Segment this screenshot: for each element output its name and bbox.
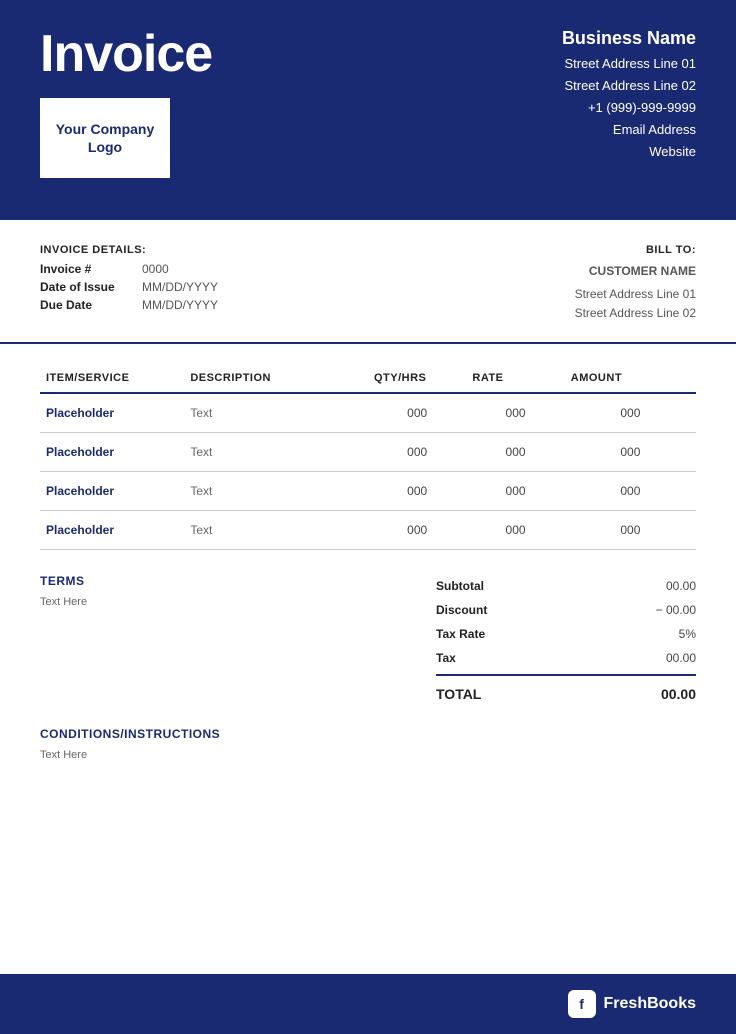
item-desc-3: Text xyxy=(184,510,368,549)
item-rate-1: 000 xyxy=(466,432,564,471)
item-qty-0: 000 xyxy=(368,393,466,433)
footer: f FreshBooks xyxy=(0,974,736,1034)
date-issue-row: Date of Issue MM/DD/YYYY xyxy=(40,280,218,294)
business-address1: Street Address Line 01 xyxy=(562,53,696,75)
customer-name: CUSTOMER NAME xyxy=(575,262,696,281)
business-name: Business Name xyxy=(562,28,696,49)
discount-row: Discount − 00.00 xyxy=(436,598,696,622)
header-left: Invoice Your Company Logo xyxy=(40,28,212,178)
total-row-final: TOTAL 00.00 xyxy=(436,674,696,707)
item-name-3: Placeholder xyxy=(40,510,184,549)
due-date-label: Due Date xyxy=(40,298,130,312)
table-header-row: ITEM/SERVICE DESCRIPTION QTY/HRS RATE AM… xyxy=(40,364,696,393)
logo-box: Your Company Logo xyxy=(40,98,170,178)
due-date-row: Due Date MM/DD/YYYY xyxy=(40,298,218,312)
business-website: Website xyxy=(562,141,696,163)
item-name-1: Placeholder xyxy=(40,432,184,471)
invoice-details: INVOICE DETAILS: Invoice # 0000 Date of … xyxy=(40,244,218,324)
due-date-value: MM/DD/YYYY xyxy=(142,298,218,312)
terms-text: Text Here xyxy=(40,596,436,608)
invoice-header: Invoice Your Company Logo Business Name … xyxy=(0,0,736,220)
invoice-title: Invoice xyxy=(40,28,212,80)
customer-address1: Street Address Line 01 xyxy=(575,285,696,304)
item-amount-0: 000 xyxy=(565,393,696,433)
taxrate-row: Tax Rate 5% xyxy=(436,622,696,646)
discount-value: − 00.00 xyxy=(656,603,696,617)
invoice-number-value: 0000 xyxy=(142,262,169,276)
item-desc-0: Text xyxy=(184,393,368,433)
item-amount-1: 000 xyxy=(565,432,696,471)
col-header-description: DESCRIPTION xyxy=(184,364,368,393)
bill-to-section: BILL TO: CUSTOMER NAME Street Address Li… xyxy=(575,244,696,324)
terms-title: TERMS xyxy=(40,574,436,588)
conditions-text: Text Here xyxy=(40,749,696,761)
discount-label: Discount xyxy=(436,603,487,617)
col-header-qty: QTY/HRS xyxy=(368,364,466,393)
freshbooks-brand: f FreshBooks xyxy=(568,990,696,1018)
item-rate-0: 000 xyxy=(466,393,564,433)
subtotal-label: Subtotal xyxy=(436,579,484,593)
company-logo: Your Company Logo xyxy=(56,120,155,156)
item-qty-2: 000 xyxy=(368,471,466,510)
terms-section: TERMS Text Here xyxy=(40,574,436,608)
business-info: Business Name Street Address Line 01 Str… xyxy=(562,28,696,163)
freshbooks-icon: f xyxy=(568,990,596,1018)
invoice-details-label: INVOICE DETAILS: xyxy=(40,244,218,256)
col-header-amount: AMOUNT xyxy=(565,364,696,393)
subtotal-row: Subtotal 00.00 xyxy=(436,574,696,598)
bottom-section: TERMS Text Here Subtotal 00.00 Discount … xyxy=(0,550,736,727)
item-amount-3: 000 xyxy=(565,510,696,549)
conditions-section: CONDITIONS/INSTRUCTIONS Text Here xyxy=(0,727,736,781)
freshbooks-name: FreshBooks xyxy=(604,995,696,1013)
taxrate-label: Tax Rate xyxy=(436,627,485,641)
item-name-0: Placeholder xyxy=(40,393,184,433)
subtotal-value: 00.00 xyxy=(666,579,696,593)
table-row: Placeholder Text 000 000 000 xyxy=(40,471,696,510)
conditions-title: CONDITIONS/INSTRUCTIONS xyxy=(40,727,696,741)
item-rate-3: 000 xyxy=(466,510,564,549)
business-email: Email Address xyxy=(562,119,696,141)
item-qty-3: 000 xyxy=(368,510,466,549)
table-row: Placeholder Text 000 000 000 xyxy=(40,393,696,433)
tax-value: 00.00 xyxy=(666,651,696,665)
tax-row: Tax 00.00 xyxy=(436,646,696,670)
item-name-2: Placeholder xyxy=(40,471,184,510)
date-issue-label: Date of Issue xyxy=(40,280,130,294)
item-rate-2: 000 xyxy=(466,471,564,510)
col-header-rate: RATE xyxy=(466,364,564,393)
items-table: ITEM/SERVICE DESCRIPTION QTY/HRS RATE AM… xyxy=(40,364,696,550)
invoice-number-row: Invoice # 0000 xyxy=(40,262,218,276)
total-label: TOTAL xyxy=(436,686,481,702)
total-value: 00.00 xyxy=(661,686,696,702)
table-row: Placeholder Text 000 000 000 xyxy=(40,432,696,471)
col-header-item: ITEM/SERVICE xyxy=(40,364,184,393)
item-amount-2: 000 xyxy=(565,471,696,510)
business-address2: Street Address Line 02 xyxy=(562,75,696,97)
bill-to-label: BILL TO: xyxy=(575,244,696,256)
item-desc-2: Text xyxy=(184,471,368,510)
invoice-number-label: Invoice # xyxy=(40,262,130,276)
taxrate-value: 5% xyxy=(679,627,696,641)
business-phone: +1 (999)-999-9999 xyxy=(562,97,696,119)
item-qty-1: 000 xyxy=(368,432,466,471)
customer-address2: Street Address Line 02 xyxy=(575,304,696,323)
table-row: Placeholder Text 000 000 000 xyxy=(40,510,696,549)
date-issue-value: MM/DD/YYYY xyxy=(142,280,218,294)
tax-label: Tax xyxy=(436,651,456,665)
details-section: INVOICE DETAILS: Invoice # 0000 Date of … xyxy=(0,220,736,344)
items-table-section: ITEM/SERVICE DESCRIPTION QTY/HRS RATE AM… xyxy=(0,344,736,550)
totals-section: Subtotal 00.00 Discount − 00.00 Tax Rate… xyxy=(436,574,696,707)
item-desc-1: Text xyxy=(184,432,368,471)
